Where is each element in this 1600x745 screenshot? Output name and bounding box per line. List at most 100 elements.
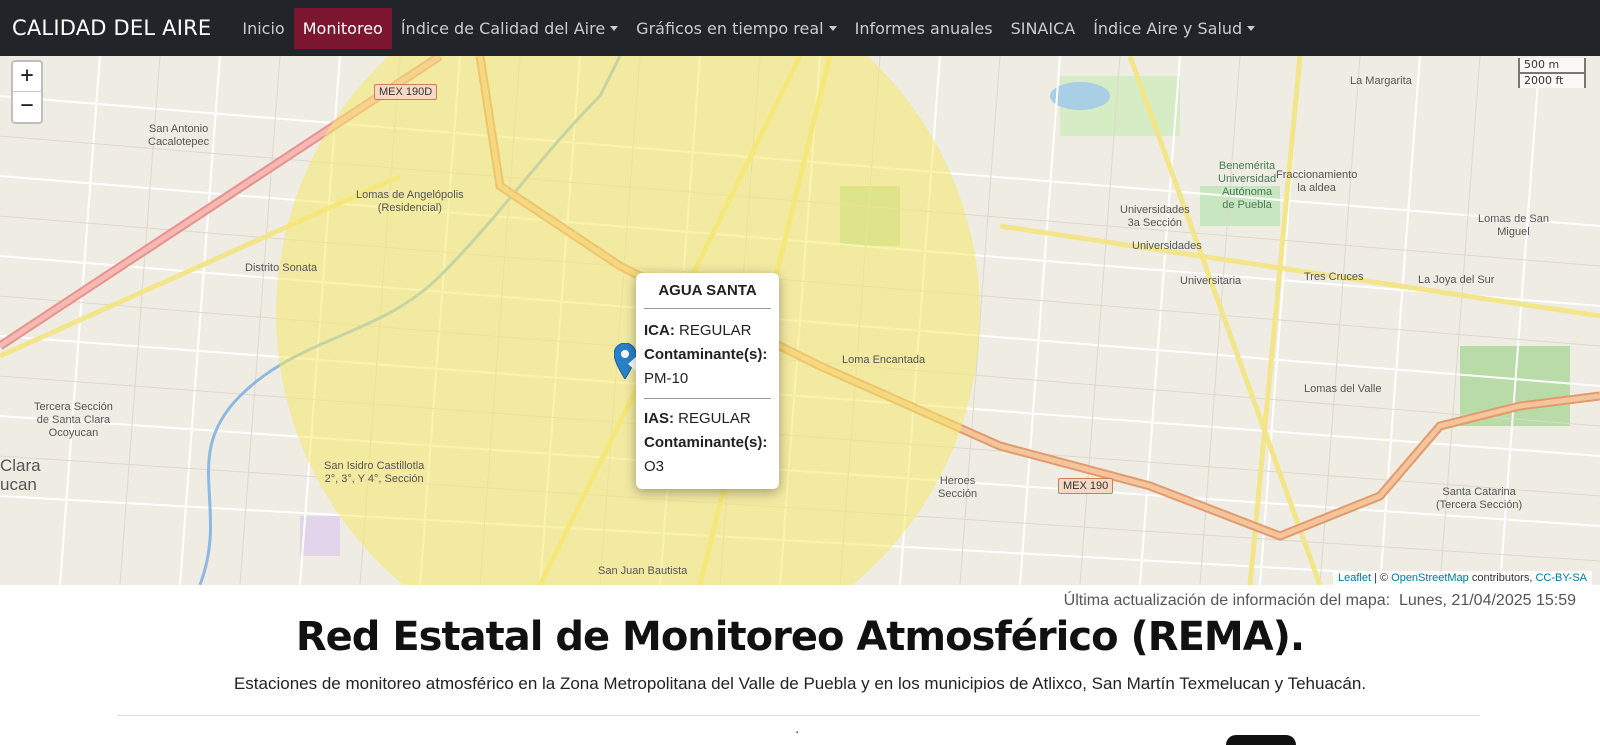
ias-pollutant-label-text: Contaminante(s):: [644, 434, 768, 451]
map-label: San Antonio Cacalotepec: [148, 123, 209, 149]
map-attribution: Leaflet | © OpenStreetMap contributors, …: [1332, 571, 1592, 585]
map-label-text: San Isidro Castillotla 2°, 3°, Y 4°, Sec…: [324, 460, 425, 485]
top-navbar: CALIDAD DEL AIRE Inicio Monitoreo Índice…: [0, 0, 1600, 56]
map-label: Lomas del Valle: [1304, 383, 1381, 396]
nav-item-indice-calidad-aire[interactable]: Índice de Calidad del Aire: [392, 8, 627, 49]
nav-label: Índice de Calidad del Aire: [400, 18, 606, 38]
dark-element-partial: [1226, 735, 1296, 745]
attribution-separator: | ©: [1371, 572, 1392, 584]
map-scale: 500 m 2000 ft: [1518, 58, 1586, 88]
popup-divider: [644, 398, 771, 399]
map-label: San Isidro Castillotla 2°, 3°, Y 4°, Sec…: [324, 460, 424, 486]
nav-label: Informes anuales: [854, 18, 993, 38]
map-label: Tres Cruces: [1304, 271, 1364, 284]
map-label: Universitaria: [1180, 275, 1241, 288]
last-updated-value: Lunes, 21/04/2025 15:59: [1398, 592, 1576, 609]
nav-label: Monitoreo: [302, 18, 383, 38]
nav-item-sinaica[interactable]: SINAICA: [1002, 8, 1085, 49]
ica-pollutant-label: Contaminante(s):: [644, 343, 771, 367]
map-label-text: San Antonio Cacalotepec: [148, 123, 210, 148]
map-label-text: Santa Catarina (Tercera Sección): [1436, 486, 1523, 511]
map-label: San Juan Bautista: [598, 565, 687, 578]
last-updated: Última actualización de información del …: [1064, 592, 1576, 610]
last-updated-label: Última actualización de información del …: [1063, 592, 1391, 609]
map-label-text: Universidades 3a Sección: [1120, 204, 1190, 229]
highway-shield: MEX 190D: [374, 84, 438, 100]
osm-link[interactable]: OpenStreetMap: [1391, 572, 1469, 584]
map-label: Clara ucan: [0, 456, 41, 494]
zoom-control: + −: [11, 60, 43, 124]
zoom-out-button[interactable]: −: [13, 92, 41, 122]
map-label-text: Clara ucan: [0, 456, 41, 494]
nav-item-monitoreo[interactable]: Monitoreo: [293, 7, 392, 49]
station-name: AGUA SANTA: [644, 281, 771, 309]
map-label-text: Fraccionamiento la aldea: [1276, 169, 1358, 194]
scale-imperial: 2000 ft: [1518, 72, 1586, 88]
map-label-text: Universidades: [1132, 240, 1202, 252]
map-label-text: Lomas del Valle: [1304, 383, 1382, 395]
map-label: Universidades 3a Sección: [1120, 204, 1190, 230]
page-subtitle: Estaciones de monitoreo atmosférico en l…: [233, 674, 1367, 693]
nav-item-informes-anuales[interactable]: Informes anuales: [846, 8, 1002, 49]
map-label-text: Heroes Sección: [938, 475, 978, 500]
ias-row: IAS: REGULAR: [644, 407, 771, 431]
map-label: La Joya del Sur: [1418, 274, 1494, 287]
map-label-text: Lomas de Angelópolis (Residencial): [356, 189, 464, 214]
map-label-text: San Juan Bautista: [598, 565, 688, 577]
station-popup: AGUA SANTA ICA: REGULAR Contaminante(s):…: [636, 273, 779, 489]
nav-label: Inicio: [242, 18, 285, 38]
map-tiles: [0, 56, 1600, 585]
map-label-text: Benemérita Universidad Autónoma de Puebl…: [1218, 160, 1277, 211]
ica-row: ICA: REGULAR: [644, 319, 771, 343]
nav-label: Gráficos en tiempo real: [636, 18, 824, 38]
attribution-contributors: contributors,: [1468, 572, 1536, 584]
map-container[interactable]: San Antonio Cacalotepec Lomas de Angelóp…: [0, 56, 1600, 585]
map-label-text: Loma Encantada: [842, 354, 926, 366]
highway-shield-text: MEX 190: [1063, 480, 1109, 492]
map-label: Lomas de San Miguel: [1478, 213, 1549, 239]
map-label-text: La Margarita: [1350, 75, 1412, 87]
map-label-text: Lomas de San Miguel: [1478, 213, 1549, 238]
caret-down-icon: [610, 25, 619, 31]
nav-menu: Inicio Monitoreo Índice de Calidad del A…: [233, 0, 1264, 56]
nav-label: SINAICA: [1010, 18, 1076, 38]
map-label: Fraccionamiento la aldea: [1276, 169, 1357, 195]
map-label: Benemérita Universidad Autónoma de Puebl…: [1218, 160, 1276, 212]
rema-logo: ▪: [796, 730, 799, 736]
nav-item-graficos-tiempo-real[interactable]: Gráficos en tiempo real: [627, 8, 845, 49]
ias-pollutant-label: Contaminante(s):: [644, 431, 771, 455]
nav-item-inicio[interactable]: Inicio: [233, 8, 293, 49]
ias-value: REGULAR: [678, 410, 751, 427]
ias-pollutant: O3: [644, 458, 665, 475]
coverage-circle: [276, 56, 980, 585]
map-label: Tercera Sección de Santa Clara Ocoyucan: [34, 401, 113, 440]
map-label-text: Tercera Sección de Santa Clara Ocoyucan: [34, 401, 113, 439]
highway-shield-text: MEX 190D: [379, 86, 433, 98]
zoom-in-button[interactable]: +: [13, 62, 41, 92]
map-label: Universidades: [1132, 240, 1202, 253]
page-title: Red Estatal de Monitoreo Atmosférico (RE…: [295, 614, 1305, 660]
license-link[interactable]: CC-BY-SA: [1535, 572, 1587, 584]
map-label: Lomas de Angelópolis (Residencial): [356, 189, 464, 215]
map-label-text: Tres Cruces: [1304, 271, 1364, 283]
highway-shield: MEX 190: [1058, 478, 1114, 494]
ias-label: IAS:: [644, 410, 674, 427]
ica-label: ICA:: [644, 322, 675, 339]
map-label-text: Universitaria: [1180, 275, 1242, 287]
nav-label: Índice Aire y Salud: [1093, 18, 1243, 38]
map-label: La Margarita: [1350, 75, 1412, 88]
caret-down-icon: [828, 25, 837, 31]
caret-down-icon: [1247, 25, 1256, 31]
nav-item-indice-aire-salud[interactable]: Índice Aire y Salud: [1084, 8, 1264, 49]
ica-value: REGULAR: [679, 322, 752, 339]
map-label: Heroes Sección: [938, 475, 977, 501]
leaflet-link[interactable]: Leaflet: [1338, 572, 1371, 584]
map-label: Santa Catarina (Tercera Sección): [1436, 486, 1522, 512]
section-divider: [118, 715, 1480, 716]
map-label-text: Distrito Sonata: [245, 262, 318, 274]
map-label-text: La Joya del Sur: [1418, 274, 1495, 286]
ica-pollutant: PM-10: [644, 370, 689, 387]
map-label: Loma Encantada: [842, 354, 925, 367]
brand-title[interactable]: CALIDAD DEL AIRE: [12, 16, 211, 40]
map-label: Distrito Sonata: [245, 262, 317, 275]
